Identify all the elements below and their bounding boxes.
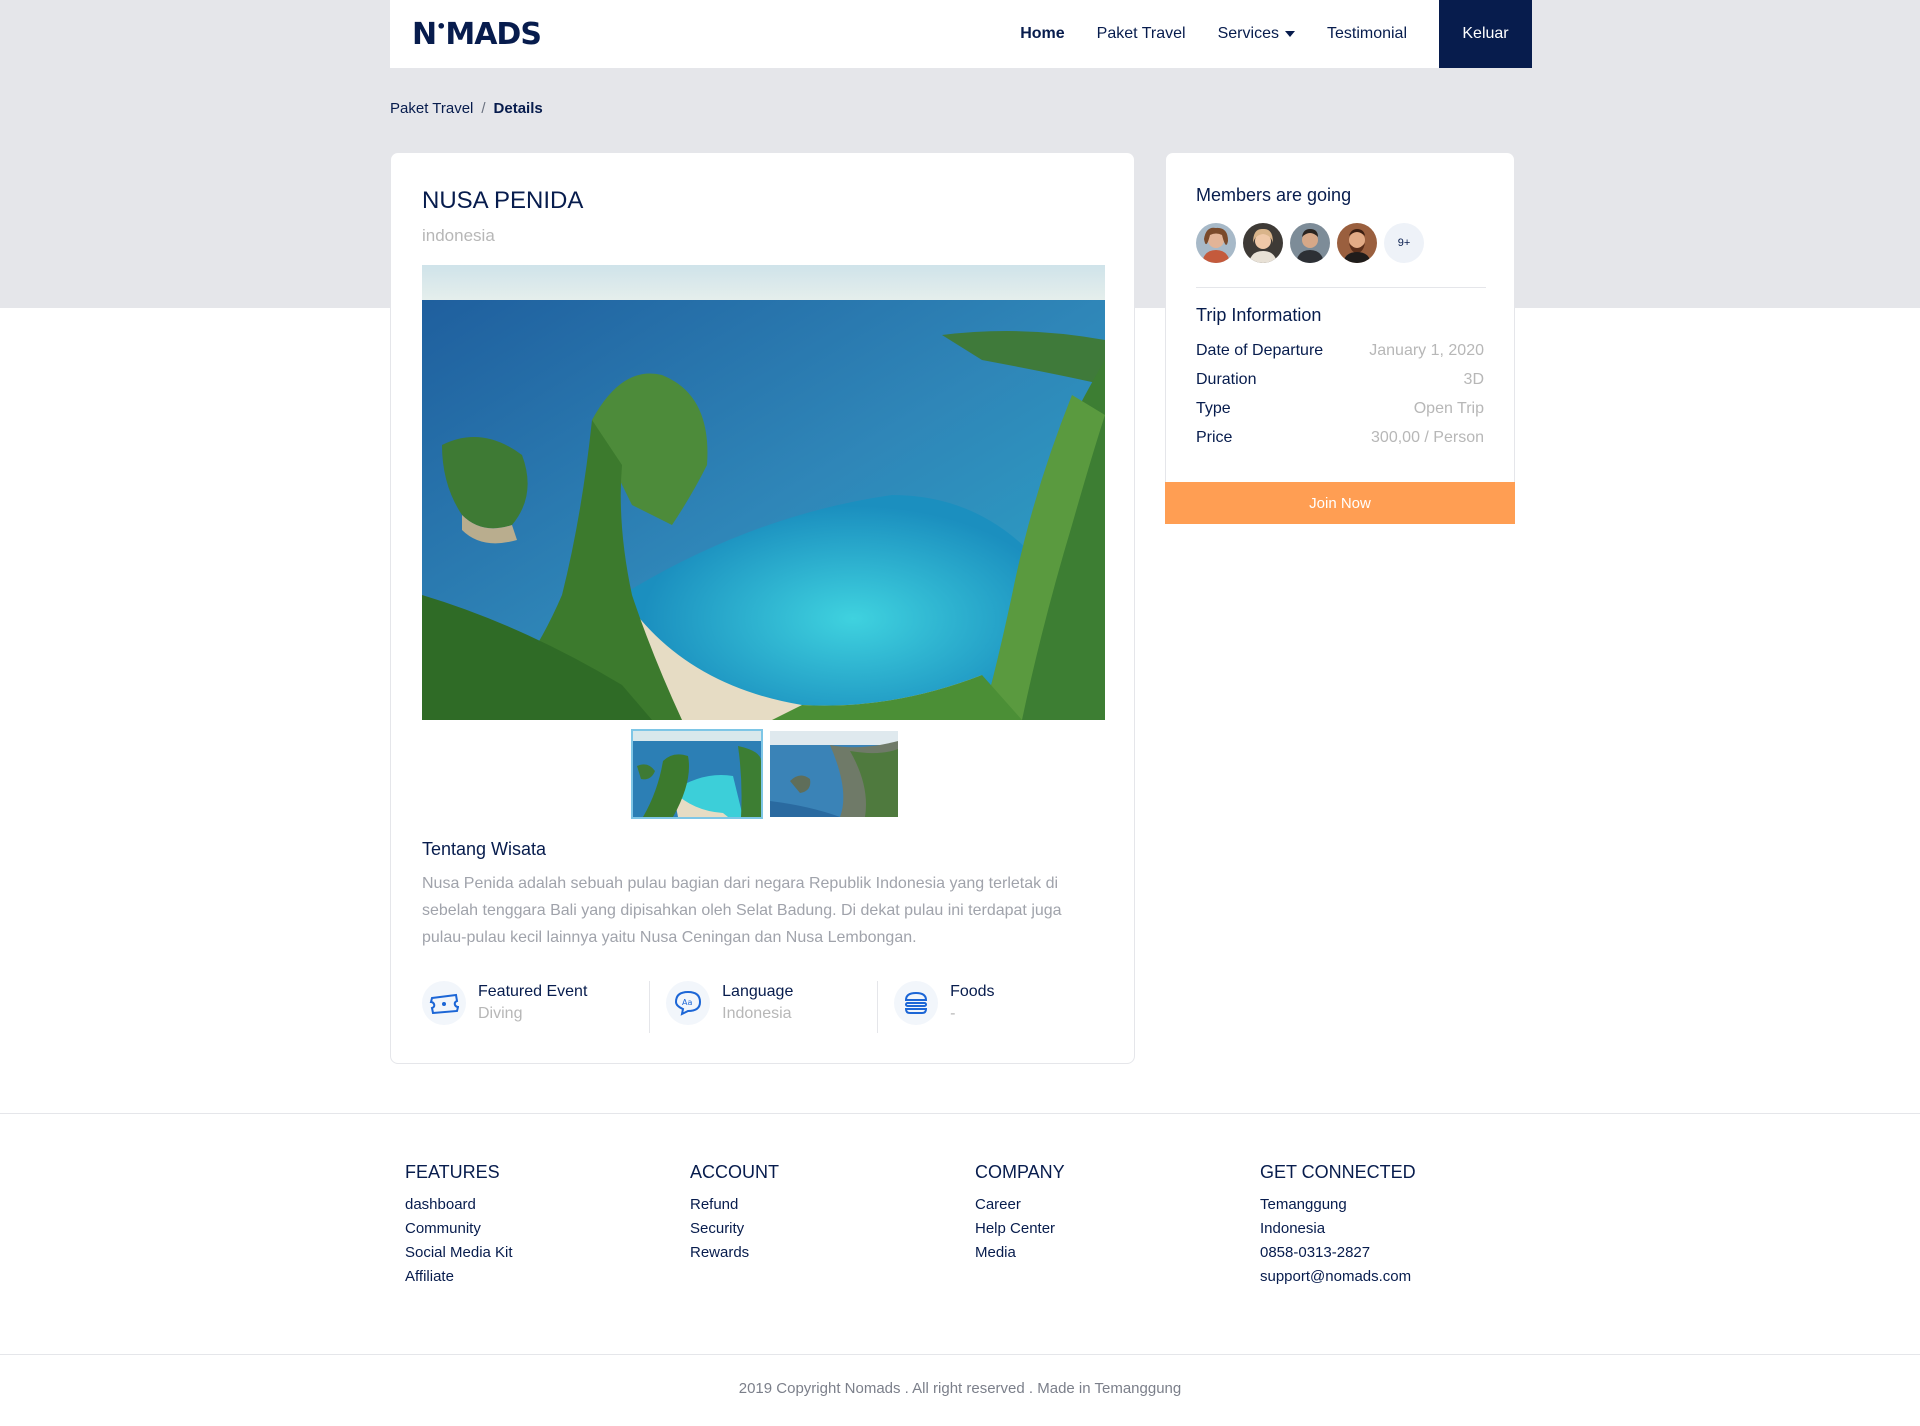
footer-link[interactable]: Media [975, 1241, 1065, 1265]
features-row: Featured Event Diving Aa Language Indone… [422, 981, 1105, 1033]
members-title: Members are going [1196, 185, 1352, 205]
breadcrumb-separator: / [481, 100, 486, 117]
footer-link[interactable]: Help Center [975, 1217, 1065, 1241]
member-avatar[interactable] [1243, 223, 1283, 263]
join-now-button[interactable]: Join Now [1165, 482, 1515, 524]
member-avatar[interactable] [1290, 223, 1330, 263]
place-country: indonesia [422, 226, 495, 245]
breadcrumb-current: Details [493, 100, 543, 117]
trip-row-value: January 1, 2020 [1369, 342, 1484, 359]
footer-link[interactable]: Rewards [690, 1241, 779, 1265]
footer-contact-email[interactable]: support@nomads.com [1260, 1265, 1416, 1289]
place-title: NUSA PENIDA [422, 187, 584, 214]
gallery-thumbnail-2[interactable] [770, 731, 898, 817]
gallery-thumbnail-1[interactable] [631, 729, 763, 819]
logout-button[interactable]: Keluar [1439, 0, 1532, 68]
nav-home-link[interactable]: Home [1020, 25, 1064, 43]
footer-company-column: COMPANY Career Help Center Media [975, 1162, 1065, 1265]
footer-link[interactable]: Career [975, 1193, 1065, 1217]
trip-row-value: 300,00 / Person [1371, 429, 1484, 446]
feature-foods: Foods - [877, 981, 1105, 1033]
footer-link[interactable]: Affiliate [405, 1265, 513, 1289]
nav-paket-travel-link[interactable]: Paket Travel [1097, 25, 1186, 43]
footer-connected-column: GET CONNECTED Temanggung Indonesia 0858-… [1260, 1162, 1416, 1289]
breadcrumb-parent-link[interactable]: Paket Travel [390, 100, 473, 117]
feature-language: Aa Language Indonesia [649, 981, 877, 1033]
footer-link[interactable]: dashboard [405, 1193, 513, 1217]
trip-info-title: Trip Information [1196, 305, 1322, 325]
ticket-icon [422, 981, 466, 1025]
footer-connected-head: GET CONNECTED [1260, 1162, 1416, 1182]
footer-link[interactable]: Community [405, 1217, 513, 1241]
feature-foods-title: Foods [950, 983, 995, 1000]
feature-featured-event: Featured Event Diving [422, 981, 649, 1033]
caret-down-icon [1284, 30, 1295, 37]
footer-account-head: ACCOUNT [690, 1162, 779, 1182]
trip-row-label: Date of Departure [1196, 342, 1324, 359]
nav-links: Home Paket Travel Services Testimonial K… [1020, 0, 1532, 68]
nav-services-label: Services [1217, 25, 1279, 42]
nav-services-dropdown[interactable]: Services [1218, 25, 1295, 43]
trip-row-value: 3D [1463, 371, 1484, 388]
feature-language-value: Indonesia [722, 1005, 792, 1022]
trip-row-label: Price [1196, 429, 1233, 446]
footer-bottom-divider [0, 1354, 1920, 1355]
language-icon: Aa [666, 981, 711, 1025]
about-title: Tentang Wisata [422, 839, 547, 859]
more-members-badge[interactable]: 9+ [1384, 223, 1424, 263]
trip-row-label: Type [1196, 400, 1231, 417]
member-avatars: 9+ [1196, 223, 1424, 263]
nomads-logo[interactable]: N•MADS [412, 17, 542, 52]
copyright-text: 2019 Copyright Nomads . All right reserv… [738, 1380, 1182, 1397]
footer-top-divider [0, 1113, 1920, 1114]
breadcrumb: Paket Travel / Details [390, 100, 543, 117]
footer-contact-phone: 0858-0313-2827 [1260, 1244, 1371, 1261]
trip-row-label: Duration [1196, 371, 1257, 388]
footer-link[interactable]: Social Media Kit [405, 1241, 513, 1265]
feature-featured-event-value: Diving [478, 1005, 523, 1022]
trip-row-duration: Duration 3D [1196, 371, 1484, 389]
svg-text:Aa: Aa [682, 998, 692, 1007]
nav-testimonial-link[interactable]: Testimonial [1327, 25, 1407, 43]
footer-account-column: ACCOUNT Refund Security Rewards [690, 1162, 779, 1265]
details-card: NUSA PENIDA indonesia Tentang Wisata Nus… [390, 152, 1135, 1064]
footer-features-column: FEATURES dashboard Community Social Medi… [405, 1162, 513, 1289]
footer-contact-country: Indonesia [1260, 1220, 1326, 1237]
feature-language-title: Language [722, 983, 794, 1000]
footer-link[interactable]: Refund [690, 1193, 779, 1217]
trip-side-card: Members are going 9+ Trip Information Da… [1165, 152, 1515, 483]
navbar: N•MADS Home Paket Travel Services Testim… [390, 0, 1532, 68]
member-avatar[interactable] [1337, 223, 1377, 263]
feature-featured-event-title: Featured Event [478, 983, 588, 1000]
side-divider [1196, 287, 1486, 288]
member-avatar[interactable] [1196, 223, 1236, 263]
burger-icon [894, 981, 939, 1025]
trip-row-type: Type Open Trip [1196, 400, 1484, 418]
about-text: Nusa Penida adalah sebuah pulau bagian d… [422, 875, 1062, 946]
footer-link[interactable]: Security [690, 1217, 779, 1241]
feature-foods-value: - [950, 1005, 956, 1022]
trip-row-price: Price 300,00 / Person [1196, 429, 1484, 447]
footer-contact-city: Temanggung [1260, 1196, 1347, 1213]
main-photo [422, 265, 1105, 720]
trip-row-departure: Date of Departure January 1, 2020 [1196, 342, 1484, 360]
footer-company-head: COMPANY [975, 1162, 1065, 1182]
trip-row-value: Open Trip [1413, 400, 1484, 417]
footer-features-head: FEATURES [405, 1162, 500, 1182]
